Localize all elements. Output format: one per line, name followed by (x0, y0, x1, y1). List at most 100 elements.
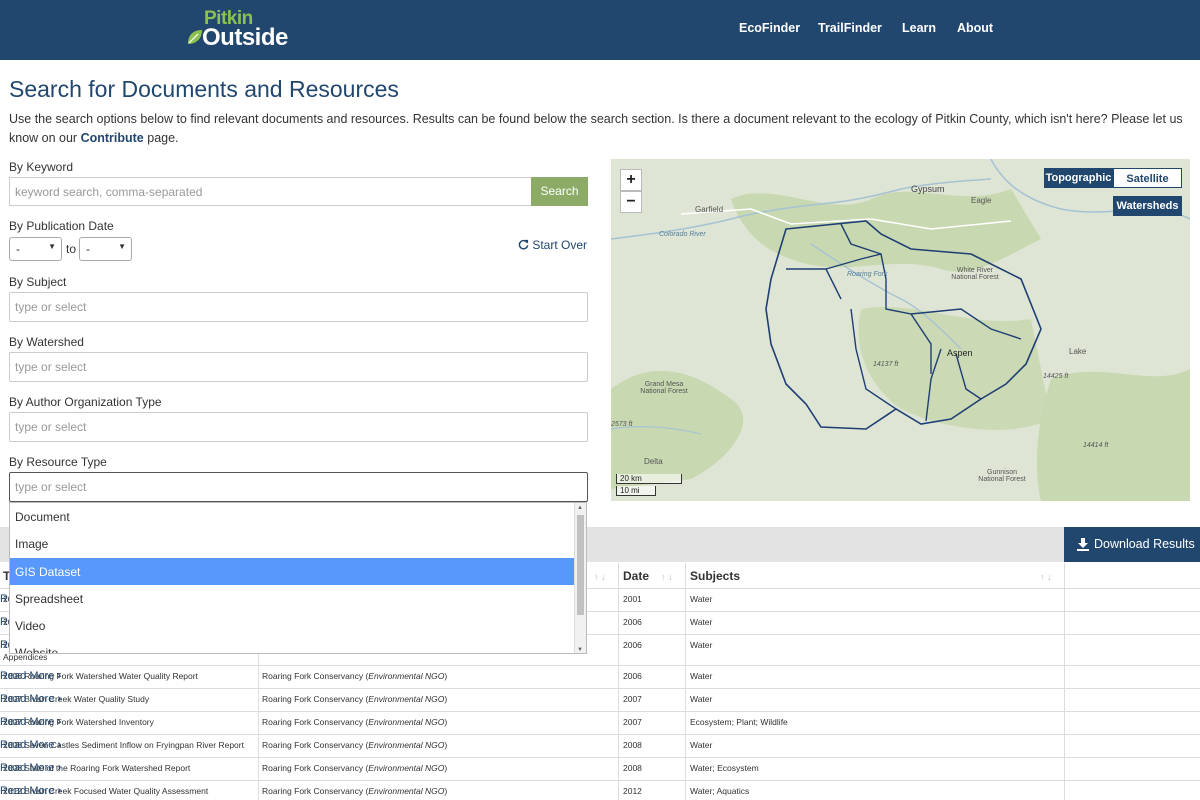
map-label-peak-14425: 14425 ft (1043, 373, 1069, 380)
resource-type-label: By Resource Type (9, 455, 107, 469)
row-author: Roaring Fork Conservancy (Environmental … (262, 717, 447, 727)
row-subjects: Water (690, 740, 713, 750)
subject-label: By Subject (9, 275, 67, 289)
row-author-paren: ) (444, 717, 448, 727)
search-button[interactable]: Search (531, 177, 588, 206)
row-author-org-type: Environmental NGO (368, 763, 445, 773)
row-author: Roaring Fork Conservancy (Environmental … (262, 671, 447, 681)
contribute-link[interactable]: Contribute (81, 131, 144, 145)
row-author-name: Roaring Fork Conservancy ( (262, 763, 369, 773)
read-more-link[interactable]: Read More › (0, 670, 61, 682)
date-from-select[interactable]: - ▼ (9, 237, 62, 261)
dropdown-option-gis-dataset[interactable]: GIS Dataset (10, 557, 586, 585)
zoom-in-button[interactable]: + (620, 169, 642, 191)
row-author-name: Roaring Fork Conservancy ( (262, 717, 369, 727)
resource-type-input[interactable]: type or select (9, 472, 588, 502)
satellite-toggle[interactable]: Satellite (1113, 168, 1182, 188)
row-subjects: Water (690, 617, 713, 627)
map-label-grand-mesa: Grand Mesa National Forest (640, 381, 688, 395)
row-author: Roaring Fork Conservancy (Environmental … (262, 740, 447, 750)
dropdown-option-image[interactable]: Image (10, 530, 586, 557)
read-more-link[interactable]: Read More › (0, 785, 61, 797)
watersheds-layer-toggle[interactable]: Watersheds (1113, 196, 1182, 216)
row-author-paren: ) (444, 763, 448, 773)
row-subjects: Water (690, 671, 713, 681)
resource-type-dropdown[interactable]: Document Image GIS Dataset Spreadsheet V… (9, 502, 587, 654)
read-more-label: Read More (0, 670, 55, 682)
dropdown-scrollbar-thumb[interactable] (577, 515, 584, 615)
row-author-paren: ) (444, 671, 448, 681)
scroll-up-icon[interactable]: ▲ (577, 505, 583, 511)
chevron-right-icon: › (54, 716, 62, 728)
sort-arrows-icon[interactable]: ↑ ↓ (661, 572, 673, 582)
read-more-link[interactable]: Read More › (0, 716, 61, 728)
watershed-map[interactable]: + − Topographic Satellite Watersheds Gyp… (611, 159, 1190, 501)
map-label-delta: Delta (644, 457, 663, 466)
read-more-label: Read More (0, 693, 55, 705)
row-author-org-type: Environmental NGO (368, 717, 445, 727)
zoom-out-button[interactable]: − (620, 191, 642, 213)
row-date: 2006 (623, 671, 642, 681)
row-author-name: Roaring Fork Conservancy ( (262, 694, 369, 704)
chevron-right-icon: › (54, 762, 62, 774)
row-subjects: Ecosystem; Plant; Wildlife (690, 717, 788, 727)
dropdown-option-spreadsheet[interactable]: Spreadsheet (10, 585, 586, 612)
row-author-paren: ) (444, 786, 448, 796)
pitkin-outside-logo[interactable]: Pitkin Outside (184, 6, 294, 54)
row-date: 2008 (623, 763, 642, 773)
table-column-divider (618, 563, 619, 800)
row-date: 2006 (623, 617, 642, 627)
scroll-down-icon[interactable]: ▼ (577, 647, 583, 653)
row-date: 2007 (623, 694, 642, 704)
refresh-icon (518, 239, 529, 250)
row-author-name: Roaring Fork Conservancy ( (262, 740, 369, 750)
date-to-select[interactable]: - ▼ (79, 237, 132, 261)
download-results-label: Download Results (1094, 537, 1195, 551)
map-label-eagle: Eagle (971, 196, 992, 205)
subject-input[interactable]: type or select (9, 292, 588, 322)
topographic-toggle[interactable]: Topographic (1044, 168, 1113, 188)
keyword-label: By Keyword (9, 160, 74, 174)
nav-learn[interactable]: Learn (902, 21, 936, 35)
map-label-peak-14137: 14137 ft (873, 361, 899, 368)
download-icon (1077, 538, 1089, 551)
map-label-colorado-river: Colorado River (659, 231, 706, 238)
logo-text-outside: Outside (202, 24, 288, 51)
top-navbar: Pitkin Outside EcoFinder TrailFinder Lea… (0, 0, 1200, 60)
keyword-input[interactable]: keyword search, comma-separated (9, 177, 531, 206)
start-over-link[interactable]: Start Over (518, 238, 587, 252)
start-over-label: Start Over (532, 238, 588, 252)
nav-trailfinder[interactable]: TrailFinder (818, 21, 882, 35)
table-row-divider (0, 780, 1200, 781)
row-author: Roaring Fork Conservancy (Environmental … (262, 786, 447, 796)
column-header-subjects[interactable]: Subjects (690, 569, 740, 583)
read-more-link[interactable]: Read More › (0, 693, 61, 705)
row-author-paren: ) (444, 694, 448, 704)
table-row-divider (0, 665, 1200, 666)
column-header-date[interactable]: Date (623, 569, 649, 583)
read-more-label: Read More (0, 762, 55, 774)
read-more-link[interactable]: Read More › (0, 762, 61, 774)
row-subjects: Water; Ecosystem (690, 763, 759, 773)
nav-ecofinder[interactable]: EcoFinder (739, 21, 800, 35)
author-org-input[interactable]: type or select (9, 412, 588, 442)
intro-text: Use the search options below to find rel… (9, 110, 1189, 148)
row-subjects: Water (690, 594, 713, 604)
page-title: Search for Documents and Resources (9, 76, 399, 102)
dropdown-option-video[interactable]: Video (10, 612, 586, 639)
row-author-name: Roaring Fork Conservancy ( (262, 671, 369, 681)
sort-arrows-icon[interactable]: ↑ ↓ (1040, 572, 1052, 582)
table-row-divider (0, 711, 1200, 712)
watershed-input[interactable]: type or select (9, 352, 588, 382)
nav-about[interactable]: About (957, 21, 993, 35)
sort-arrows-icon[interactable]: ↑ ↓ (594, 572, 606, 582)
dropdown-option-document[interactable]: Document (10, 503, 586, 530)
intro-text-start: Use the search options below to find rel… (9, 112, 1183, 145)
dropdown-option-website[interactable]: Website (10, 639, 586, 653)
read-more-link[interactable]: Read More › (0, 739, 61, 751)
row-author-org-type: Environmental NGO (368, 694, 445, 704)
map-scale-mi: 10 mi (616, 486, 656, 496)
dropdown-scrollbar[interactable]: ▲ ▼ (574, 503, 586, 653)
table-row-divider (0, 688, 1200, 689)
download-results-button[interactable]: Download Results (1064, 527, 1200, 562)
